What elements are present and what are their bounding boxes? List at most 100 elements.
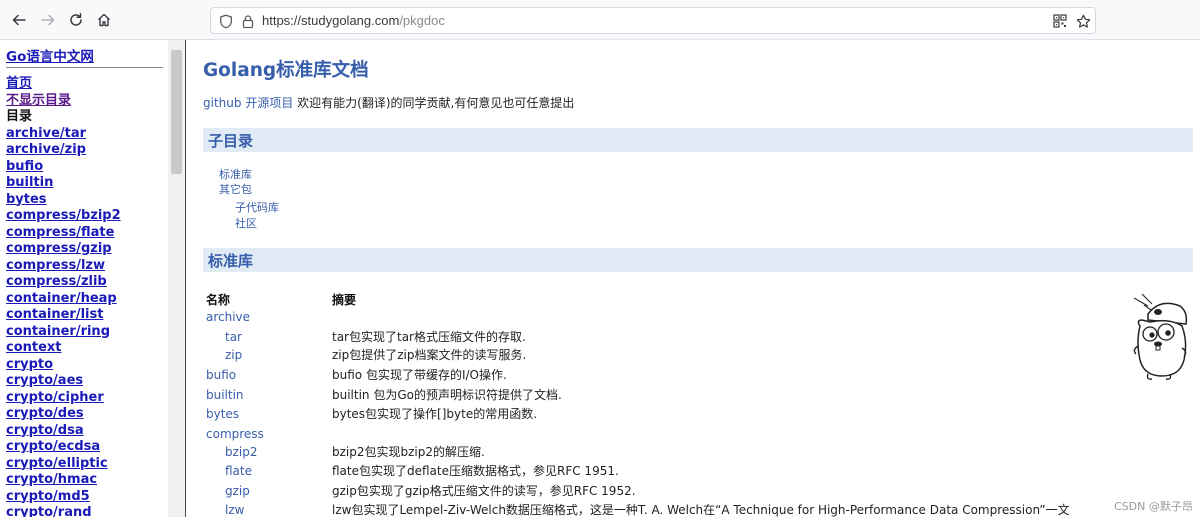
csdn-watermark: CSDN @默子昂 bbox=[1114, 500, 1193, 513]
home-icon[interactable] bbox=[93, 9, 115, 31]
sidebar-item: 目录 bbox=[6, 109, 121, 126]
sidebar-item[interactable]: crypto/cipher bbox=[6, 390, 121, 407]
sidebar-item-label[interactable]: bytes bbox=[6, 192, 47, 207]
intro-line: github 开源项目 欢迎有能力(翻译)的同学贡献,有何意见也可任意提出 bbox=[203, 96, 574, 111]
package-name-link[interactable]: builtin bbox=[206, 388, 244, 403]
sidebar-item-label[interactable]: 首页 bbox=[6, 76, 32, 91]
sidebar-item-label[interactable]: crypto/hmac bbox=[6, 472, 97, 487]
sidebar: Go语言中文网 首页不显示目录 目录 archive/tar archive/zip b… bbox=[0, 40, 186, 517]
sidebar-item[interactable]: crypto/rand bbox=[6, 505, 121, 517]
package-name-link[interactable]: flate bbox=[225, 464, 252, 479]
sidebar-item-label[interactable]: compress/bzip2 bbox=[6, 208, 121, 223]
package-name-link[interactable]: tar bbox=[225, 330, 242, 345]
sidebar-item[interactable]: container/ring bbox=[6, 324, 121, 341]
sidebar-item[interactable]: crypto/aes bbox=[6, 373, 121, 390]
sidebar-item[interactable]: 不显示目录 bbox=[6, 93, 121, 110]
sidebar-item-label[interactable]: archive/zip bbox=[6, 142, 86, 157]
url-path: /pkgdoc bbox=[399, 13, 445, 28]
sidebar-item[interactable]: bytes bbox=[6, 192, 121, 209]
gopher-mascot-illustration bbox=[1130, 290, 1188, 382]
shield-icon[interactable] bbox=[218, 13, 234, 29]
github-link[interactable]: github bbox=[203, 96, 241, 110]
forward-arrow-icon[interactable] bbox=[37, 9, 59, 31]
toc-link-stdlib[interactable]: 标准库 bbox=[219, 168, 252, 182]
sidebar-item[interactable]: crypto bbox=[6, 357, 121, 374]
sidebar-item[interactable]: archive/zip bbox=[6, 142, 121, 159]
stdlib-section-header: 标准库 bbox=[203, 248, 1193, 272]
package-synopsis: flate包实现了deflate压缩数据格式，参见RFC 1951. bbox=[332, 464, 619, 478]
sidebar-item-label[interactable]: container/list bbox=[6, 307, 103, 322]
address-bar[interactable]: https://studygolang.com/pkgdoc bbox=[210, 7, 1096, 34]
sidebar-item-label[interactable]: 不显示目录 bbox=[6, 93, 71, 108]
sidebar-item-label[interactable]: crypto/aes bbox=[6, 373, 83, 388]
sidebar-item[interactable]: 首页 bbox=[6, 76, 121, 93]
subdir-heading: 子目录 bbox=[208, 132, 254, 150]
reload-icon[interactable] bbox=[65, 9, 87, 31]
package-name-link[interactable]: lzw bbox=[225, 503, 244, 517]
browser-toolbar: https://studygolang.com/pkgdoc bbox=[0, 0, 1200, 40]
sidebar-item-label[interactable]: crypto/md5 bbox=[6, 489, 90, 504]
package-synopsis: lzw包实现了Lempel-Ziv-Welch数据压缩格式，这是一种T. A. … bbox=[332, 503, 1070, 517]
sidebar-item[interactable]: archive/tar bbox=[6, 126, 121, 143]
sidebar-item-label[interactable]: context bbox=[6, 340, 62, 355]
sidebar-item-label[interactable]: crypto bbox=[6, 357, 53, 372]
sidebar-item[interactable]: compress/zlib bbox=[6, 274, 121, 291]
sidebar-item[interactable]: compress/gzip bbox=[6, 241, 121, 258]
sidebar-item[interactable]: context bbox=[6, 340, 121, 357]
sidebar-item[interactable]: crypto/hmac bbox=[6, 472, 121, 489]
sidebar-item-label[interactable]: compress/zlib bbox=[6, 274, 107, 289]
back-arrow-icon[interactable] bbox=[8, 9, 30, 31]
main-content: Golang标准库文档 github 开源项目 欢迎有能力(翻译)的同学贡献,有… bbox=[187, 40, 1200, 517]
subdir-section-header: 子目录 bbox=[203, 128, 1193, 152]
sidebar-item-label[interactable]: crypto/elliptic bbox=[6, 456, 108, 471]
package-name-link[interactable]: archive bbox=[206, 310, 250, 325]
sidebar-item[interactable]: crypto/dsa bbox=[6, 423, 121, 440]
package-synopsis: zip包提供了zip档案文件的读写服务. bbox=[332, 348, 527, 362]
toc-link-community[interactable]: 社区 bbox=[235, 217, 257, 231]
sidebar-item[interactable]: crypto/des bbox=[6, 406, 121, 423]
sidebar-item[interactable]: builtin bbox=[6, 175, 121, 192]
sidebar-item-label[interactable]: builtin bbox=[6, 175, 53, 190]
sidebar-item-label[interactable]: container/ring bbox=[6, 324, 110, 339]
lock-icon[interactable] bbox=[240, 13, 256, 29]
package-name-link[interactable]: bzip2 bbox=[225, 445, 258, 460]
sidebar-item[interactable]: compress/lzw bbox=[6, 258, 121, 275]
sidebar-item[interactable]: compress/bzip2 bbox=[6, 208, 121, 225]
sidebar-item[interactable]: crypto/elliptic bbox=[6, 456, 121, 473]
package-synopsis: builtin 包为Go的预声明标识符提供了文档. bbox=[332, 388, 562, 402]
package-synopsis: bzip2包实现bzip2的解压缩. bbox=[332, 445, 485, 459]
sidebar-item[interactable]: bufio bbox=[6, 159, 121, 176]
package-name-link[interactable]: bytes bbox=[206, 407, 239, 422]
site-title-link[interactable]: Go语言中文网 bbox=[6, 45, 94, 65]
sidebar-item-label[interactable]: container/heap bbox=[6, 291, 117, 306]
sidebar-item[interactable]: compress/flate bbox=[6, 225, 121, 242]
package-name-link[interactable]: zip bbox=[225, 348, 242, 363]
sidebar-scrollbar-thumb[interactable] bbox=[171, 50, 182, 174]
sidebar-item-label[interactable]: crypto/ecdsa bbox=[6, 439, 100, 454]
stdlib-heading: 标准库 bbox=[208, 252, 254, 270]
qr-code-icon[interactable] bbox=[1052, 13, 1068, 29]
sidebar-item-label[interactable]: bufio bbox=[6, 159, 43, 174]
sidebar-item-label[interactable]: compress/flate bbox=[6, 225, 114, 240]
sidebar-item-label[interactable]: crypto/des bbox=[6, 406, 84, 421]
sidebar-item-label[interactable]: compress/lzw bbox=[6, 258, 105, 273]
sidebar-item-label[interactable]: compress/gzip bbox=[6, 241, 112, 256]
sidebar-item[interactable]: crypto/md5 bbox=[6, 489, 121, 506]
sidebar-item[interactable]: container/heap bbox=[6, 291, 121, 308]
package-name-link[interactable]: compress bbox=[206, 427, 264, 442]
sidebar-item-label[interactable]: crypto/rand bbox=[6, 505, 92, 517]
sidebar-item[interactable]: crypto/ecdsa bbox=[6, 439, 121, 456]
url-text[interactable]: https://studygolang.com/pkgdoc bbox=[262, 13, 445, 29]
opensource-link[interactable]: 开源项目 bbox=[245, 96, 293, 110]
sidebar-item-label[interactable]: crypto/dsa bbox=[6, 423, 84, 438]
package-synopsis: bytes包实现了操作[]byte的常用函数. bbox=[332, 407, 538, 421]
toc-link-subrepo[interactable]: 子代码库 bbox=[235, 201, 279, 215]
sidebar-item-label[interactable]: archive/tar bbox=[6, 126, 86, 141]
package-name-link[interactable]: gzip bbox=[225, 484, 250, 499]
sidebar-item-label[interactable]: crypto/cipher bbox=[6, 390, 104, 405]
sidebar-item[interactable]: container/list bbox=[6, 307, 121, 324]
bookmark-star-icon[interactable] bbox=[1075, 13, 1091, 29]
toc-link-other[interactable]: 其它包 bbox=[219, 183, 252, 197]
package-synopsis: bufio 包实现了带缓存的I/O操作. bbox=[332, 368, 507, 382]
package-name-link[interactable]: bufio bbox=[206, 368, 236, 383]
